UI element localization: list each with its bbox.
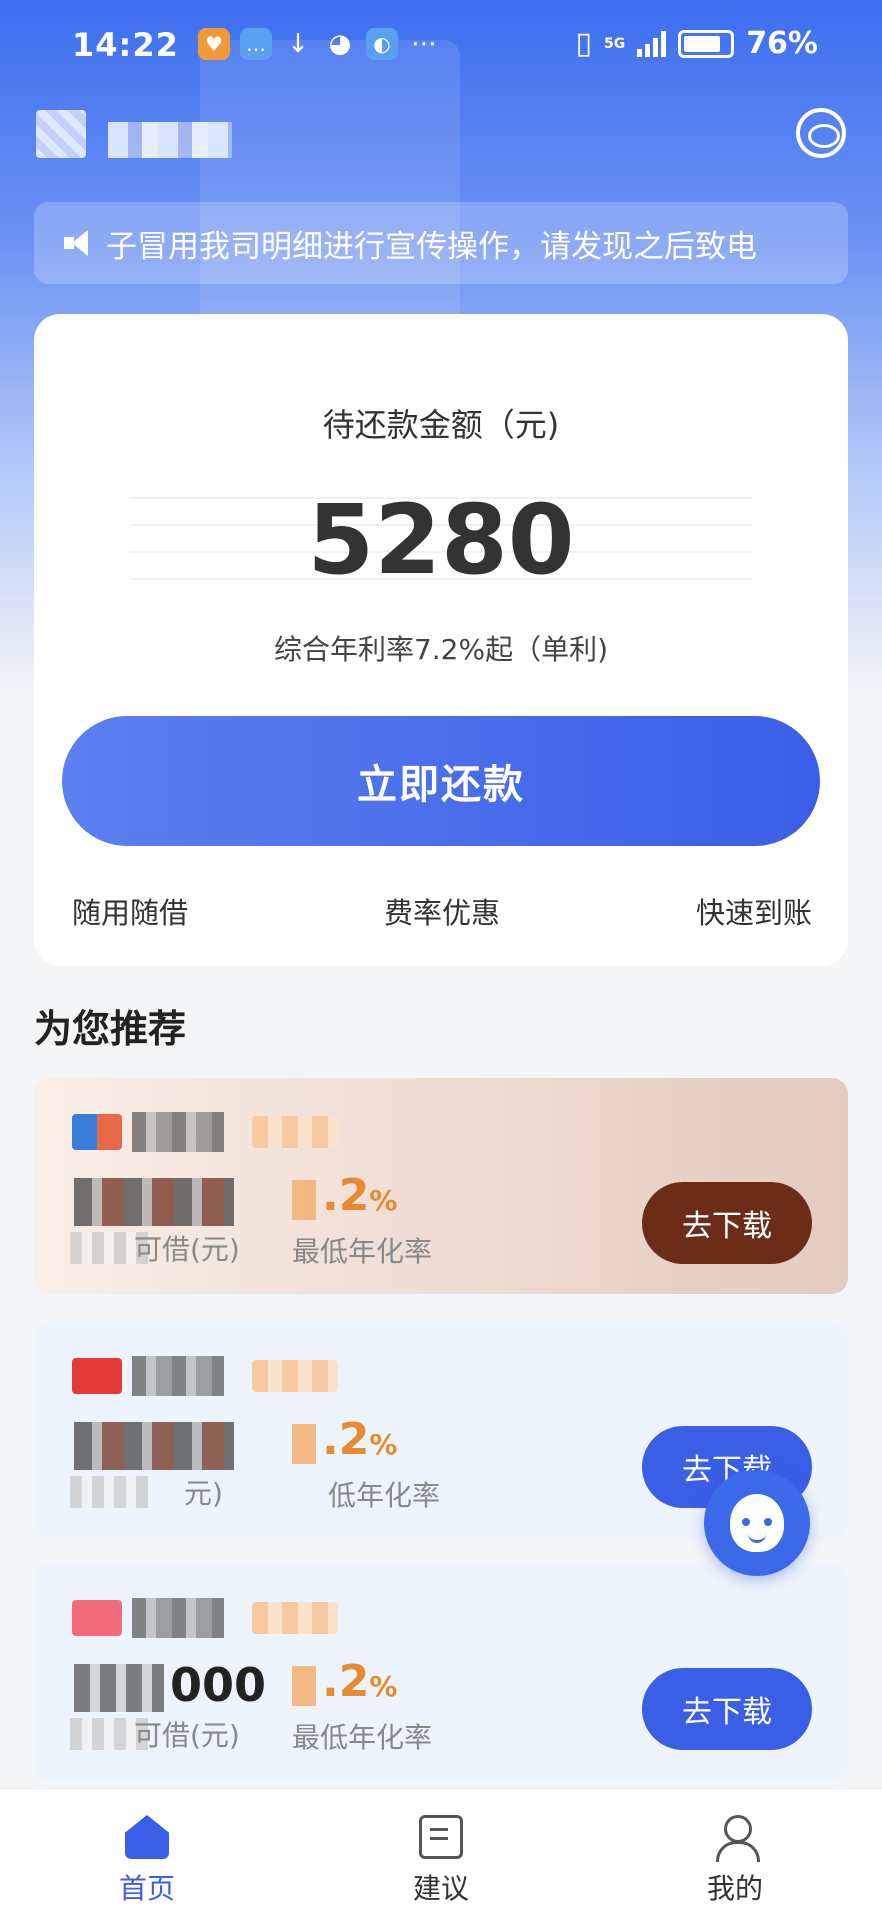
notification-icons: ♥ … ↓ ◕ ◐ ⋯ xyxy=(198,28,440,60)
section-title: 为您推荐 xyxy=(34,1007,187,1051)
home-icon xyxy=(125,1815,169,1859)
recommend-card[interactable]: 可借(元) .2% 最低年化率 去下载 xyxy=(34,1078,848,1294)
brand-logo xyxy=(72,1600,122,1636)
message-icon: … xyxy=(240,28,272,60)
recommend-card[interactable]: 000 可借(元) .2% 最低年化率 去下载 xyxy=(34,1564,848,1780)
repay-now-button[interactable]: 立即还款 xyxy=(62,716,820,846)
brand-name-redacted xyxy=(132,1356,224,1396)
rate-value: .2% xyxy=(322,1414,398,1465)
rate-value: .2% xyxy=(322,1656,398,1707)
brand-name-redacted xyxy=(132,1598,224,1638)
download-icon: ↓ xyxy=(287,29,309,59)
brand-name-redacted xyxy=(132,1112,224,1152)
rate-redacted xyxy=(292,1180,316,1220)
vibrate-icon: ▯ xyxy=(575,26,592,61)
rate-label: 最低年化率 xyxy=(292,1235,433,1268)
amount-value: 000 xyxy=(170,1658,267,1712)
app-logo xyxy=(36,110,86,158)
tab-label: 首页 xyxy=(118,1872,175,1905)
download-button[interactable]: 去下载 xyxy=(642,1182,812,1264)
system-status: ▯ 5G 76% xyxy=(575,26,818,61)
limit-label: 可借(元) xyxy=(134,1719,240,1752)
tag-redacted xyxy=(252,1360,338,1392)
tag-redacted xyxy=(252,1602,338,1634)
tab-label: 我的 xyxy=(706,1872,763,1905)
limit-label: 可借(元) xyxy=(134,1233,240,1266)
tab-feedback[interactable]: 建议 xyxy=(294,1789,588,1922)
brand-logo xyxy=(72,1114,122,1150)
rate-value: .2% xyxy=(322,1170,398,1221)
amount-value: 5280 xyxy=(307,484,575,596)
customer-service-icon[interactable] xyxy=(796,108,846,158)
feature-list: 随用随借 费率优惠 快速到账 xyxy=(72,890,812,932)
browser-icon: ◐ xyxy=(366,28,398,60)
notice-bar[interactable]: 子冒用我司明细进行宣传操作，请发现之后致电 xyxy=(34,202,848,284)
app-notification-icon: ♥ xyxy=(198,28,230,60)
amount-redacted xyxy=(74,1422,234,1470)
brand-logo xyxy=(72,1358,122,1394)
app-name-redacted xyxy=(108,122,232,158)
feedback-icon xyxy=(419,1815,463,1859)
feature-item: 快速到账 xyxy=(695,896,812,930)
tab-home[interactable]: 首页 xyxy=(0,1789,294,1922)
user-icon xyxy=(713,1815,760,1862)
more-icon: ⋯ xyxy=(411,29,437,59)
repay-card: 待还款金额（元) 5280 综合年利率7.2%起（单利) 立即还款 随用随借 费… xyxy=(34,314,848,966)
tab-label: 建议 xyxy=(412,1872,469,1905)
battery-icon xyxy=(678,29,735,58)
battery-level: 76% xyxy=(746,26,818,61)
floating-service-button[interactable] xyxy=(704,1470,810,1576)
network-type: 5G xyxy=(603,35,626,52)
amount-label: 待还款金额（元) xyxy=(322,406,560,444)
tab-mine[interactable]: 我的 xyxy=(588,1789,882,1922)
wechat-icon: ◕ xyxy=(328,29,352,59)
rate-redacted xyxy=(292,1666,316,1706)
rate-redacted xyxy=(292,1424,316,1464)
limit-redacted xyxy=(70,1476,148,1508)
feature-item: 费率优惠 xyxy=(383,896,500,930)
limit-label: 元) xyxy=(184,1477,223,1510)
signal-icon xyxy=(637,30,667,57)
rate-label: 低年化率 xyxy=(328,1479,441,1512)
bottom-tab-bar: 首页 建议 我的 xyxy=(0,1788,882,1922)
amount-redacted xyxy=(74,1178,234,1226)
download-button[interactable]: 去下载 xyxy=(642,1668,812,1750)
feature-item: 随用随借 xyxy=(72,896,189,930)
service-avatar-icon xyxy=(730,1494,784,1552)
notice-text: 子冒用我司明细进行宣传操作，请发现之后致电 xyxy=(106,228,757,265)
rate-text: 综合年利率7.2%起（单利) xyxy=(273,633,609,666)
tag-redacted xyxy=(252,1116,338,1148)
status-time: 14:22 xyxy=(72,26,179,64)
rate-label: 最低年化率 xyxy=(292,1721,433,1754)
status-bar: 14:22 ♥ … ↓ ◕ ◐ ⋯ ▯ 5G 76% xyxy=(0,22,882,72)
amount-redacted xyxy=(74,1664,164,1712)
speaker-icon xyxy=(64,228,94,258)
